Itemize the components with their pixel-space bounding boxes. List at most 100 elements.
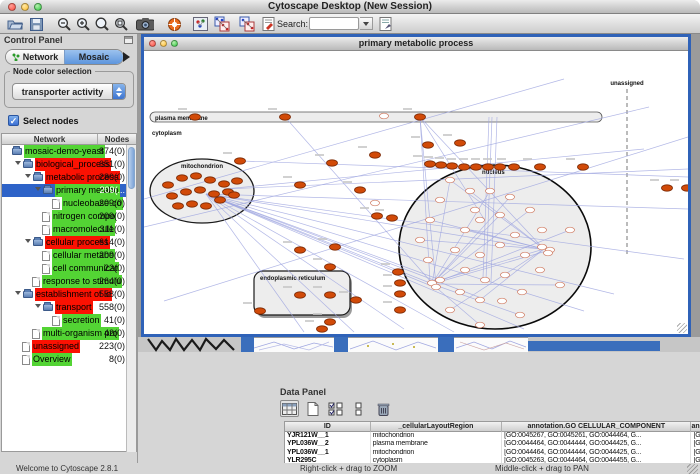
network-node[interactable] [295,292,306,298]
background-network-thumbnail[interactable] [348,337,438,352]
delete-attribute-button[interactable] [374,400,393,417]
table-row[interactable]: YPL036W__1mitochondrion[GO:0044464, GO:0… [285,449,700,457]
network-node[interactable] [163,182,174,188]
network-node-unselected[interactable] [536,267,545,273]
network-node[interactable] [190,114,201,120]
network-node[interactable] [229,192,240,198]
network-node[interactable] [495,164,506,170]
tree-row-establishment-of-lo[interactable]: establishment of lo558(0) [2,288,136,301]
network-node[interactable] [509,164,520,170]
network-node-unselected[interactable] [496,242,505,248]
network-node[interactable] [195,187,206,193]
snapshot-button[interactable] [136,16,154,32]
network-node-unselected[interactable] [451,247,460,253]
network-node[interactable] [327,160,338,166]
attribute-table-button[interactable] [280,400,299,417]
help-button[interactable] [165,16,183,32]
network-node[interactable] [177,175,188,181]
network-node[interactable] [393,269,404,275]
network-node[interactable] [205,177,216,183]
network-node-unselected[interactable] [432,284,441,290]
view-resize-grip[interactable] [677,323,687,333]
network-node-unselected[interactable] [476,217,485,223]
network-node[interactable] [330,244,341,250]
color-attribute-dropdown[interactable]: transporter activity [12,83,126,100]
table-column-header[interactable]: ID [285,422,371,432]
network-node[interactable] [325,319,336,325]
network-node-unselected[interactable] [521,252,530,258]
network-node-unselected[interactable] [371,200,380,206]
network-node-unselected[interactable] [506,194,515,200]
network-node-unselected[interactable] [496,212,505,218]
network-node-unselected[interactable] [481,277,490,283]
network-node[interactable] [351,297,362,303]
unselect-attributes-button[interactable] [349,400,368,417]
zoom-in-button[interactable] [74,16,92,32]
expand-arrow-icon[interactable] [15,161,21,168]
network-node[interactable] [459,164,470,170]
tree-row-cellular-process[interactable]: cellular process614(0) [2,236,136,249]
open-session-button[interactable] [6,16,24,32]
network-node[interactable] [395,291,406,297]
network-node-unselected[interactable] [538,244,547,250]
network-node-unselected[interactable] [501,272,510,278]
network-node[interactable] [191,173,202,179]
search-input[interactable] [309,17,359,30]
tree-row-cellular-metabo[interactable]: cellular metabo209(0) [2,249,136,262]
tree-row-unassigned[interactable]: unassigned223(0) [2,340,136,353]
tree-row-nucleobase-co[interactable]: nucleobase-co209(0) [2,197,136,210]
tree-row-cell-communicat[interactable]: cell communicat22(0) [2,262,136,275]
annotation-button[interactable] [260,16,278,32]
network-node-unselected[interactable] [511,232,520,238]
tab-network[interactable]: Network [6,50,64,64]
network-node-unselected[interactable] [466,188,475,194]
network-node[interactable] [425,161,436,167]
network-node[interactable] [173,203,184,209]
network-node[interactable] [436,162,447,168]
network-node[interactable] [209,191,220,197]
tree-scrollbar[interactable] [126,145,136,452]
window-resize-grip[interactable] [687,464,698,474]
network-node[interactable] [415,114,426,120]
network-node[interactable] [578,164,589,170]
network-node[interactable] [387,215,398,221]
network-node[interactable] [455,140,466,146]
expand-arrow-icon[interactable] [25,239,31,246]
network-node[interactable] [395,307,406,313]
tree-row-biological-process[interactable]: biological_process651(0) [2,158,136,171]
overlay-network-button-1[interactable] [213,16,231,32]
network-node[interactable] [662,185,673,191]
network-node-unselected[interactable] [516,312,525,318]
table-column-header[interactable]: annotation.GO MOLECULAR_FUNCTION [691,422,700,432]
network-node-unselected[interactable] [538,227,547,233]
network-node-unselected[interactable] [544,250,553,256]
vizmapper-button[interactable] [191,16,209,32]
network-node[interactable] [295,247,306,253]
network-node[interactable] [295,182,306,188]
network-node[interactable] [325,292,336,298]
network-node[interactable] [370,152,381,158]
network-node-unselected[interactable] [486,188,495,194]
overlay-network-button-2[interactable] [238,16,256,32]
network-window-titlebar[interactable]: primary metabolic process [144,37,688,51]
select-nodes-checkbox[interactable]: ✓ [8,115,19,126]
network-node-unselected[interactable] [518,289,527,295]
tree-row-mosaic-demo-yeast[interactable]: mosaic-demo-yeast874(0) [2,145,136,158]
zoom-out-button[interactable] [55,16,73,32]
expand-arrow-icon[interactable] [15,291,21,298]
network-node-unselected[interactable] [498,298,507,304]
tree-row-metabolic-process[interactable]: metabolic process280(0) [2,171,136,184]
network-node[interactable] [235,158,246,164]
network-node-unselected[interactable] [476,322,485,328]
network-node[interactable] [255,308,266,314]
network-node-unselected[interactable] [456,289,465,295]
tree-row-secretion[interactable]: secretion41(0) [2,314,136,327]
tree-row-primary-metabo[interactable]: primary metabo209(... [2,184,136,197]
more-tabs-arrow[interactable] [123,52,135,62]
network-node[interactable] [167,193,178,199]
network-node[interactable] [232,178,243,184]
expand-arrow-icon[interactable] [25,174,31,181]
network-node-unselected[interactable] [436,197,445,203]
network-canvas-container[interactable]: .rl{font-size:6px;font-weight:bold;fill:… [144,51,688,334]
tree-row-transport[interactable]: transport558(0) [2,301,136,314]
